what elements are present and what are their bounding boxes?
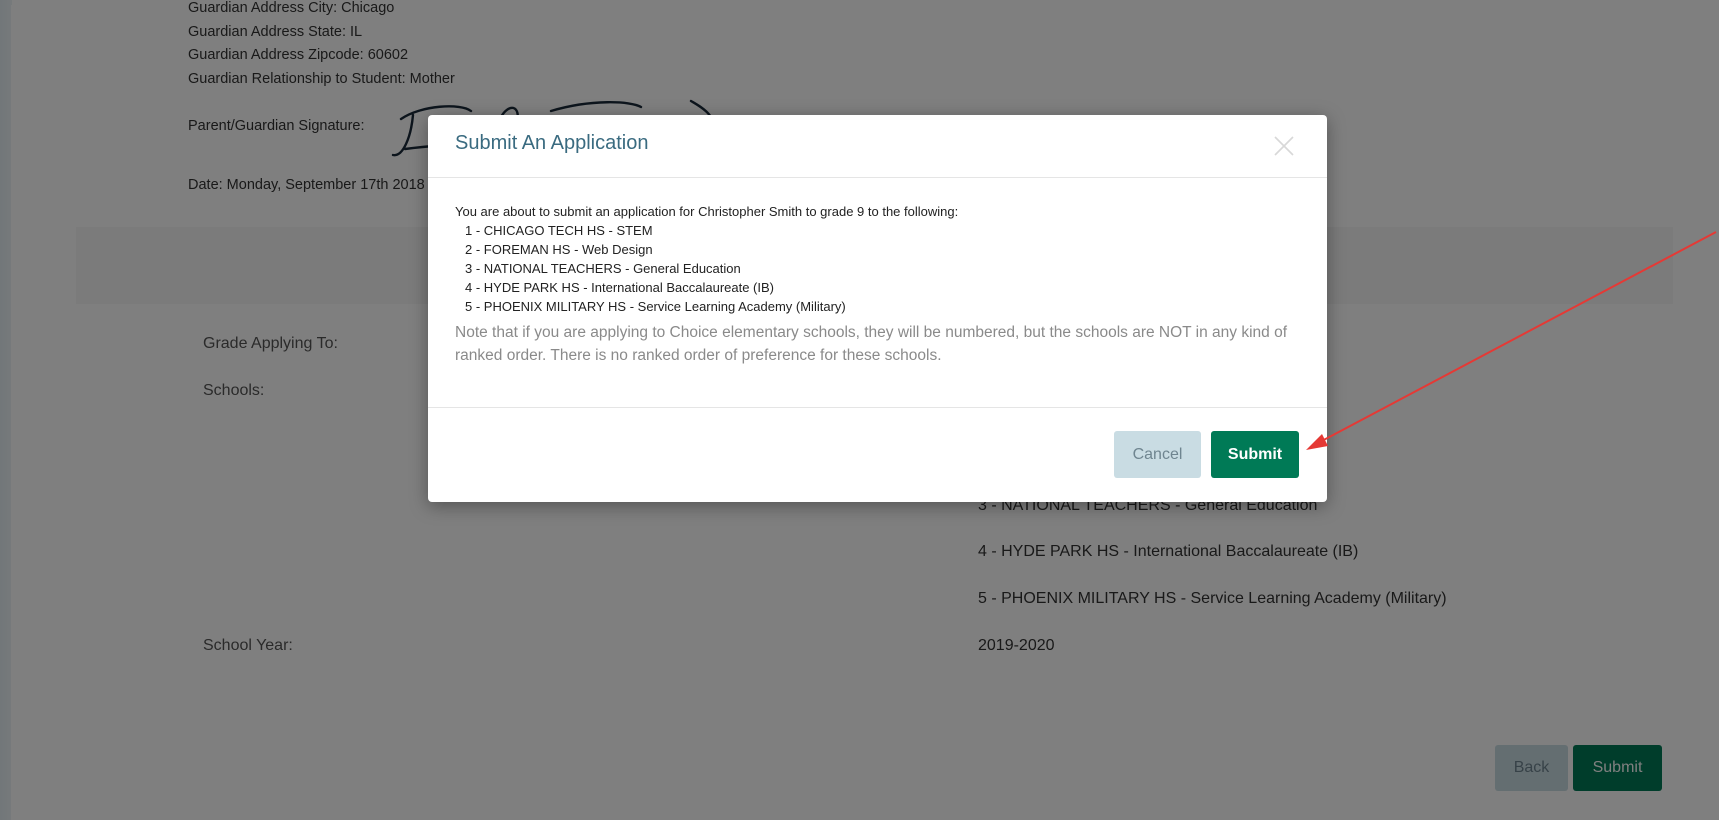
modal-title: Submit An Application [455, 132, 649, 154]
list-item: 4 - HYDE PARK HS - International Baccala… [465, 280, 774, 295]
submit-button[interactable]: Submit [1211, 431, 1299, 478]
ranking-note: Note that if you are applying to Choice … [455, 324, 1287, 364]
cancel-button[interactable]: Cancel [1114, 431, 1201, 478]
modal-header: Submit An Application [428, 115, 1327, 178]
list-item: 5 - PHOENIX MILITARY HS - Service Learni… [465, 299, 846, 314]
modal-body: You are about to submit an application f… [455, 202, 1300, 367]
list-item: 3 - NATIONAL TEACHERS - General Educatio… [465, 261, 741, 276]
submit-application-modal: Submit An Application You are about to s… [428, 115, 1327, 502]
modal-intro: You are about to submit an application f… [455, 204, 959, 219]
school-choice-list: 1 - CHICAGO TECH HS - STEM 2 - FOREMAN H… [455, 221, 1300, 316]
list-item: 2 - FOREMAN HS - Web Design [465, 242, 653, 257]
close-icon[interactable] [1271, 133, 1297, 159]
list-item: 1 - CHICAGO TECH HS - STEM [465, 223, 653, 238]
